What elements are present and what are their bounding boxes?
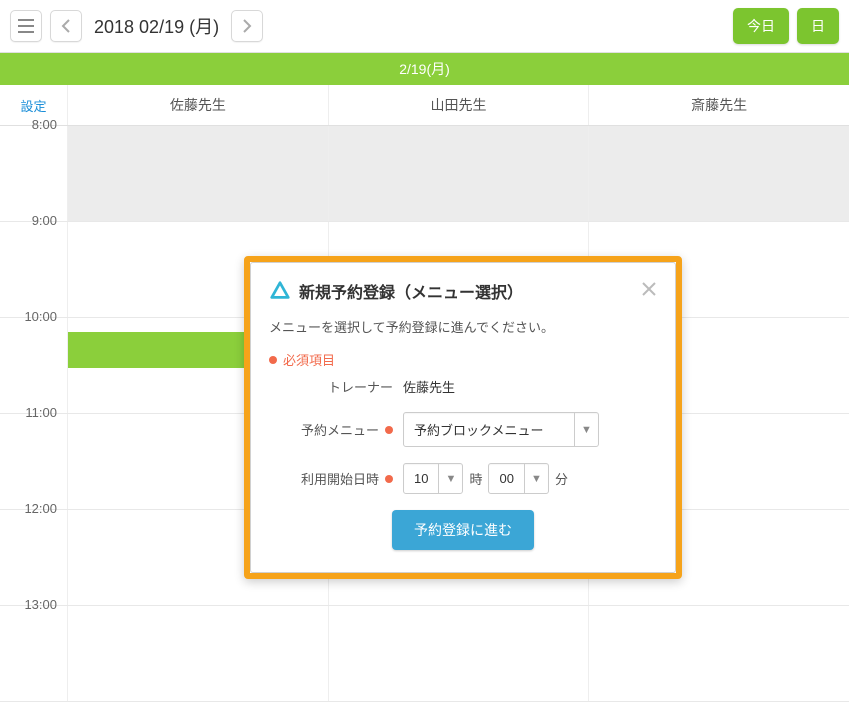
calendar-cell[interactable] (68, 606, 329, 701)
hour-row: 8:00 (0, 126, 849, 222)
hour-label: 8:00 (0, 126, 68, 221)
hour-select-value: 10 (404, 464, 438, 493)
required-dot-icon (385, 426, 393, 434)
required-dot-icon (385, 475, 393, 483)
today-button[interactable]: 今日 (733, 8, 789, 44)
minute-select-value: 00 (489, 464, 523, 493)
hour-unit: 時 (469, 469, 482, 488)
minute-unit: 分 (555, 469, 568, 488)
menu-button[interactable] (10, 10, 42, 42)
minute-select[interactable]: 00 ▼ (488, 463, 548, 494)
chevron-down-icon: ▼ (438, 464, 462, 493)
chevron-down-icon: ▼ (524, 464, 548, 493)
calendar-cell[interactable] (589, 126, 849, 221)
hour-label: 11:00 (0, 414, 68, 509)
prev-day-button[interactable] (50, 10, 82, 42)
current-date-label: 2018 02/19 (月) (94, 13, 219, 39)
hamburger-icon (18, 19, 34, 33)
menu-select[interactable]: 予約ブロックメニュー ▼ (403, 412, 599, 447)
menu-label: 予約メニュー (269, 420, 393, 439)
logo-icon (269, 280, 291, 302)
close-button[interactable] (641, 280, 657, 303)
top-toolbar: 2018 02/19 (月) 今日 日 (0, 0, 849, 53)
modal-description: メニューを選択して予約登録に進んでください。 (269, 317, 657, 336)
hour-row: 13:00 (0, 606, 849, 702)
chevron-down-icon: ▼ (574, 413, 598, 446)
calendar-cell[interactable] (589, 606, 849, 701)
calendar-cell[interactable] (68, 126, 329, 221)
hour-select[interactable]: 10 ▼ (403, 463, 463, 494)
day-view-button[interactable]: 日 (797, 8, 839, 44)
new-reservation-modal: 新規予約登録（メニュー選択） メニューを選択して予約登録に進んでください。 必須… (244, 256, 682, 579)
chevron-right-icon (242, 19, 252, 33)
hour-label: 9:00 (0, 222, 68, 317)
calendar-cell[interactable] (329, 126, 590, 221)
trainer-label: トレーナー (269, 377, 393, 396)
hour-label: 13:00 (0, 606, 68, 701)
trainer-col-header: 山田先生 (329, 85, 590, 125)
date-strip: 2/19(月) (0, 53, 849, 85)
next-day-button[interactable] (231, 10, 263, 42)
trainer-value: 佐藤先生 (403, 377, 455, 396)
modal-title: 新規予約登録（メニュー選択） (299, 279, 633, 303)
hour-label: 10:00 (0, 318, 68, 413)
required-dot-icon (269, 356, 277, 364)
chevron-left-icon (61, 19, 71, 33)
trainer-col-header: 斎藤先生 (589, 85, 849, 125)
trainer-col-header: 佐藤先生 (68, 85, 329, 125)
required-legend: 必須項目 (269, 350, 657, 369)
menu-select-value: 予約ブロックメニュー (404, 413, 574, 446)
calendar-cell[interactable] (329, 606, 590, 701)
column-headers: 設定 佐藤先生 山田先生 斎藤先生 (0, 85, 849, 126)
close-icon (641, 281, 657, 297)
hour-label: 12:00 (0, 510, 68, 605)
datetime-label: 利用開始日時 (269, 469, 393, 488)
submit-button[interactable]: 予約登録に進む (392, 510, 534, 550)
